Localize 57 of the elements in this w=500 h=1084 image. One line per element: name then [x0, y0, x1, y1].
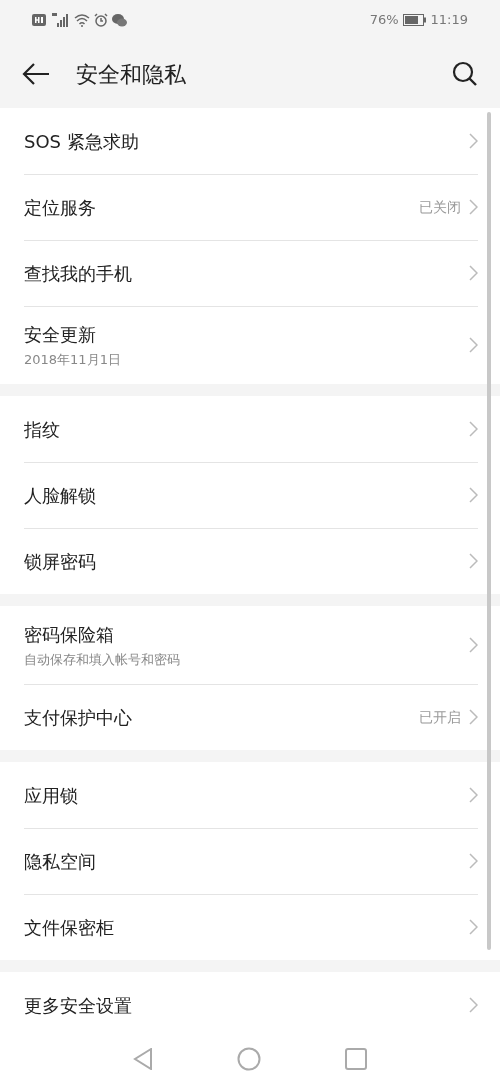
- recents-nav-icon[interactable]: [345, 1048, 367, 1070]
- settings-item[interactable]: 应用锁: [0, 762, 500, 828]
- page-title: 安全和隐私: [76, 60, 187, 89]
- settings-item[interactable]: 人脸解锁: [0, 462, 500, 528]
- wifi-icon: [74, 13, 90, 27]
- chevron-icon: [469, 709, 478, 725]
- chevron-icon: [469, 997, 478, 1013]
- settings-item[interactable]: 更多安全设置: [0, 972, 500, 1034]
- chat-icon: [112, 13, 127, 27]
- back-nav-icon[interactable]: [133, 1048, 153, 1070]
- chevron-icon: [469, 487, 478, 503]
- item-subtitle: 自动保存和填入帐号和密码: [24, 650, 181, 669]
- item-title: 指纹: [24, 417, 61, 442]
- settings-item[interactable]: SOS 紧急求助: [0, 108, 500, 174]
- chevron-icon: [469, 637, 478, 653]
- settings-item[interactable]: 安全更新 2018年11月1日: [0, 306, 500, 384]
- chevron-icon: [469, 421, 478, 437]
- battery-percent: 76%: [369, 11, 399, 30]
- item-value: 已开启: [419, 707, 461, 727]
- chevron-icon: [469, 265, 478, 281]
- signal-icon: [50, 13, 70, 27]
- item-title: 安全更新: [24, 322, 97, 347]
- item-title: 查找我的手机: [24, 261, 133, 286]
- settings-item[interactable]: 支付保护中心 已开启: [0, 684, 500, 750]
- settings-item[interactable]: 密码保险箱 自动保存和填入帐号和密码: [0, 606, 500, 684]
- home-nav-icon[interactable]: [237, 1047, 261, 1071]
- item-title: 人脸解锁: [24, 483, 97, 508]
- chevron-icon: [469, 337, 478, 353]
- chevron-icon: [469, 787, 478, 803]
- settings-item[interactable]: 隐私空间: [0, 828, 500, 894]
- item-title: 定位服务: [24, 195, 97, 220]
- chevron-icon: [469, 919, 478, 935]
- item-subtitle: 2018年11月1日: [24, 350, 122, 369]
- item-value: 已关闭: [419, 197, 461, 217]
- settings-item[interactable]: 定位服务 已关闭: [0, 174, 500, 240]
- battery-icon: [402, 14, 427, 26]
- settings-item[interactable]: 文件保密柜: [0, 894, 500, 960]
- clock-time: 11:19: [430, 11, 468, 30]
- chevron-icon: [469, 133, 478, 149]
- item-title: 应用锁: [24, 783, 79, 808]
- item-title: 更多安全设置: [24, 993, 133, 1018]
- item-title: 密码保险箱: [24, 622, 115, 647]
- settings-item[interactable]: 查找我的手机: [0, 240, 500, 306]
- alarm-icon: [94, 13, 108, 27]
- chevron-icon: [469, 853, 478, 869]
- item-title: 隐私空间: [24, 849, 97, 874]
- search-icon[interactable]: [452, 61, 478, 87]
- chevron-icon: [469, 199, 478, 215]
- item-title: 锁屏密码: [24, 549, 97, 574]
- item-title: SOS 紧急求助: [24, 129, 140, 154]
- item-title: 支付保护中心: [24, 705, 133, 730]
- item-title: 文件保密柜: [24, 915, 115, 940]
- chevron-icon: [469, 553, 478, 569]
- hd-icon: [32, 14, 46, 26]
- settings-item[interactable]: 锁屏密码: [0, 528, 500, 594]
- settings-item[interactable]: 指纹: [0, 396, 500, 462]
- back-arrow-icon[interactable]: [22, 62, 50, 86]
